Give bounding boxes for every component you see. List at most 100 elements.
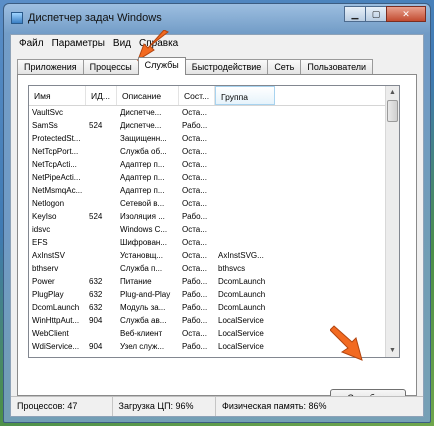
- table-cell: [86, 171, 117, 184]
- table-cell: Оста...: [182, 173, 207, 182]
- table-cell: DcomLaunch: [218, 277, 266, 286]
- table-row[interactable]: NetMsmqAc... Адаптер п... Оста...: [29, 184, 399, 197]
- maximize-icon[interactable]: ▢: [365, 6, 387, 22]
- vertical-scrollbar[interactable]: ▲ ▼: [385, 86, 399, 357]
- table-cell: [215, 236, 275, 249]
- table-row[interactable]: Netlogon Сетевой в... Оста...: [29, 197, 399, 210]
- table-cell: Служба п...: [120, 264, 163, 273]
- tab-applications[interactable]: Приложения: [17, 59, 84, 75]
- table-cell: 632: [89, 303, 103, 312]
- table-cell: Модуль за...: [120, 303, 166, 312]
- table-cell: Служба ав...: [120, 316, 167, 325]
- table-cell: [86, 158, 117, 171]
- column-description[interactable]: Описание: [117, 86, 179, 105]
- list-header: Имя ИД... Описание Сост... Группа: [29, 86, 399, 106]
- table-row[interactable]: SamSs 524 Диспетче... Рабо...: [29, 119, 399, 132]
- menu-bar: Файл Параметры Вид Справка: [11, 35, 423, 53]
- table-row[interactable]: bthserv Служба п... Оста... bthsvcs: [29, 262, 399, 275]
- table-row[interactable]: PlugPlay 632 Plug-and-Play Рабо... DcomLaunc…: [29, 288, 399, 301]
- tab-performance[interactable]: Быстродействие: [184, 59, 269, 75]
- table-cell: [86, 327, 117, 340]
- menu-file[interactable]: Файл: [17, 35, 50, 53]
- tab-users[interactable]: Пользователи: [300, 59, 374, 75]
- table-cell: [215, 106, 275, 119]
- table-cell: 524: [89, 212, 103, 221]
- table-cell: Адаптер п...: [120, 160, 165, 169]
- table-cell: [215, 197, 275, 210]
- table-cell: Адаптер п...: [120, 173, 165, 182]
- table-cell: PlugPlay: [32, 290, 64, 299]
- status-memory: Физическая память: 86%: [222, 401, 327, 411]
- status-cpu: Загрузка ЦП: 96%: [113, 397, 217, 416]
- table-cell: Plug-and-Play: [120, 290, 171, 299]
- table-cell: Защищенн...: [120, 134, 167, 143]
- table-cell: Рабо...: [182, 212, 208, 221]
- table-row[interactable]: ProtectedSt... Защищенн... Оста...: [29, 132, 399, 145]
- table-cell: Оста...: [182, 147, 207, 156]
- table-cell: LocalService: [218, 342, 264, 351]
- close-icon[interactable]: ✕: [386, 6, 426, 22]
- window-title: Диспетчер задач Windows: [28, 12, 162, 24]
- table-row[interactable]: AxInstSV Установщ... Оста... AxInstSVG...: [29, 249, 399, 262]
- title-bar[interactable]: Диспетчер задач Windows ▁ ▢ ✕: [4, 4, 430, 32]
- table-row[interactable]: VaultSvc Диспетче... Оста...: [29, 106, 399, 119]
- table-cell: Установщ...: [120, 251, 163, 260]
- task-manager-icon: [11, 12, 23, 24]
- table-cell: bthserv: [32, 264, 59, 273]
- table-cell: Сетевой в...: [120, 199, 165, 208]
- table-row[interactable]: EFS Шифрован... Оста...: [29, 236, 399, 249]
- table-cell: [86, 132, 117, 145]
- table-cell: Изоляция ...: [120, 212, 165, 221]
- table-cell: KeyIso: [32, 212, 57, 221]
- table-cell: Netlogon: [32, 199, 65, 208]
- column-pid[interactable]: ИД...: [86, 86, 117, 105]
- table-cell: [86, 236, 117, 249]
- table-row[interactable]: idsvc Windows C... Оста...: [29, 223, 399, 236]
- scroll-up-icon[interactable]: ▲: [386, 86, 399, 99]
- scroll-down-icon[interactable]: ▼: [386, 344, 399, 357]
- tab-services[interactable]: Службы: [137, 57, 186, 75]
- column-name[interactable]: Имя: [29, 86, 86, 105]
- table-cell: NetPipeActi...: [32, 173, 81, 182]
- table-cell: Рабо...: [182, 342, 208, 351]
- table-cell: Оста...: [182, 199, 207, 208]
- table-cell: [86, 223, 117, 236]
- table-cell: Адаптер п...: [120, 186, 165, 195]
- table-cell: Power: [32, 277, 55, 286]
- table-cell: [215, 119, 275, 132]
- tab-processes[interactable]: Процессы: [82, 59, 139, 75]
- table-cell: SamSs: [32, 121, 58, 130]
- column-status[interactable]: Сост...: [179, 86, 215, 105]
- table-row[interactable]: NetTcpPort... Служба об... Оста...: [29, 145, 399, 158]
- menu-options[interactable]: Параметры: [50, 35, 111, 53]
- table-cell: VaultSvc: [32, 108, 63, 117]
- table-cell: [86, 184, 117, 197]
- table-cell: Диспетче...: [120, 121, 162, 130]
- table-cell: Рабо...: [182, 316, 208, 325]
- table-cell: WebClient: [32, 329, 69, 338]
- table-cell: Оста...: [182, 108, 207, 117]
- table-cell: 524: [89, 121, 103, 130]
- table-cell: [86, 106, 117, 119]
- table-cell: Оста...: [182, 186, 207, 195]
- table-cell: LocalService: [218, 329, 264, 338]
- table-cell: [215, 223, 275, 236]
- table-cell: NetTcpPort...: [32, 147, 79, 156]
- table-cell: WdiService...: [32, 342, 80, 351]
- minimize-icon[interactable]: ▁: [344, 6, 366, 22]
- table-cell: [86, 145, 117, 158]
- table-cell: 904: [89, 342, 103, 351]
- table-row[interactable]: NetPipeActi... Адаптер п... Оста...: [29, 171, 399, 184]
- services-list[interactable]: Имя ИД... Описание Сост... Группа VaultS…: [28, 85, 400, 358]
- table-cell: [86, 262, 117, 275]
- table-row[interactable]: NetTcpActi... Адаптер п... Оста...: [29, 158, 399, 171]
- table-cell: [215, 171, 275, 184]
- scroll-thumb[interactable]: [387, 100, 398, 122]
- column-group[interactable]: Группа: [215, 86, 275, 105]
- tab-network[interactable]: Сеть: [267, 59, 302, 75]
- table-row[interactable]: DcomLaunch 632 Модуль за... Рабо... DcomLaun…: [29, 301, 399, 314]
- table-cell: Оста...: [182, 251, 207, 260]
- table-row[interactable]: KeyIso 524 Изоляция ... Рабо...: [29, 210, 399, 223]
- column-empty: [275, 86, 388, 105]
- table-row[interactable]: Power 632 Питание Рабо... DcomLaunch: [29, 275, 399, 288]
